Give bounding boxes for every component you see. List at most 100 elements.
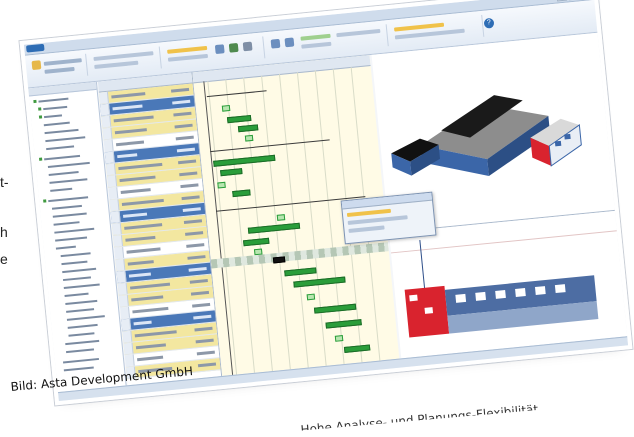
tree-node[interactable] [62,267,97,274]
row-value [192,302,211,308]
gantt-milestone[interactable] [334,335,344,342]
gantt-task-bar[interactable] [220,168,243,177]
folder-icon[interactable] [31,60,42,71]
gantt-milestone[interactable] [221,104,231,112]
gantt-task-bar[interactable] [293,276,346,288]
app-menu-icon[interactable] [25,43,45,53]
ribbon-dropdown[interactable] [393,22,445,32]
tree-node[interactable] [63,283,100,290]
row-number [122,330,133,343]
tree-node[interactable] [48,171,79,176]
tree-node[interactable] [44,128,79,135]
tree-node[interactable] [55,245,76,250]
gantt-task-bar[interactable] [272,256,286,264]
tree-node[interactable] [55,236,88,242]
ribbon-dropdown[interactable] [167,53,209,62]
ribbon-group-4 [266,24,389,58]
floorplan-room [534,286,546,296]
tree-node[interactable] [53,221,80,226]
row-value [175,135,194,141]
row-text [115,140,145,147]
gear-icon[interactable] [242,41,253,52]
gantt-milestone[interactable] [217,181,226,189]
floating-dialog[interactable] [340,191,437,245]
tree-node[interactable] [63,366,94,372]
tree-node[interactable] [46,145,75,151]
tree-node[interactable] [43,114,63,119]
tree-node[interactable] [61,260,88,266]
gantt-gridline [278,73,309,368]
tree-node[interactable] [62,276,92,282]
row-number [110,211,121,224]
gantt-task-bar[interactable] [343,344,371,353]
gantt-milestone[interactable] [306,293,316,301]
tree-node-icon[interactable] [38,115,43,119]
tree-node[interactable] [66,315,105,321]
row-value [179,171,198,177]
row-text [127,260,154,266]
tree-node[interactable] [48,196,89,203]
tree-node-icon[interactable] [39,157,43,161]
tree-node-icon[interactable] [43,199,47,203]
minimize-button[interactable]: – [556,0,568,2]
tree-node-icon[interactable] [38,107,42,111]
gantt-task-bar[interactable] [325,319,362,329]
row-value [174,123,193,129]
row-text [132,306,169,314]
tree-node[interactable] [60,252,91,258]
gantt-task-bar[interactable] [284,267,317,277]
tree-node[interactable] [67,323,98,329]
row-value [188,267,207,272]
ribbon-field[interactable] [94,60,139,69]
tree-node[interactable] [43,105,68,111]
ribbon-field[interactable] [93,51,154,62]
ribbon-button[interactable] [228,42,239,53]
tree-node[interactable] [45,136,86,143]
row-text [114,128,147,135]
ribbon-button[interactable] [214,44,225,55]
gantt-milestone[interactable] [244,134,254,142]
dialog-field[interactable] [347,215,408,225]
floorplan-room [409,294,418,302]
tree-node[interactable] [43,121,70,127]
dialog-field[interactable] [348,225,385,233]
tree-node[interactable] [49,178,88,184]
ribbon-dropdown[interactable] [300,33,331,41]
gantt-task-bar[interactable] [243,237,270,247]
tree-node[interactable] [62,357,100,364]
tree-node[interactable] [52,212,87,218]
ribbon-field[interactable] [336,28,381,38]
tree-node[interactable] [66,308,95,313]
tree-node[interactable] [65,339,100,346]
gantt-task-bar[interactable] [237,124,259,133]
gantt-task-bar[interactable] [232,189,251,198]
tree-node[interactable] [54,227,95,234]
ribbon-dropdown[interactable] [167,45,208,54]
tree-node-icon[interactable] [33,99,37,104]
gantt-task-bar[interactable] [247,222,301,234]
tree-node[interactable] [44,154,81,161]
ribbon-dropdown[interactable] [301,41,332,49]
tree-node[interactable] [47,161,90,168]
row-text [126,247,161,254]
row-value [186,243,205,248]
ribbon-field[interactable] [43,58,82,66]
tree-node[interactable] [38,97,69,103]
tree-node[interactable] [68,332,95,337]
row-number [107,175,118,188]
tree-node[interactable] [64,292,89,297]
row-value [197,362,217,368]
help-icon[interactable]: ? [483,17,495,29]
ribbon-field[interactable] [44,66,75,74]
ribbon-button[interactable] [284,37,295,48]
tree-node[interactable] [65,348,95,354]
gantt-task-bar[interactable] [213,154,276,167]
ribbon-button[interactable] [270,38,281,49]
dialog-field[interactable] [346,208,392,218]
row-number [105,163,116,176]
row-value [182,207,201,213]
tree-node[interactable] [65,299,98,305]
tree-node[interactable] [51,204,82,210]
gantt-milestone[interactable] [276,214,286,221]
tree-node[interactable] [50,187,73,192]
